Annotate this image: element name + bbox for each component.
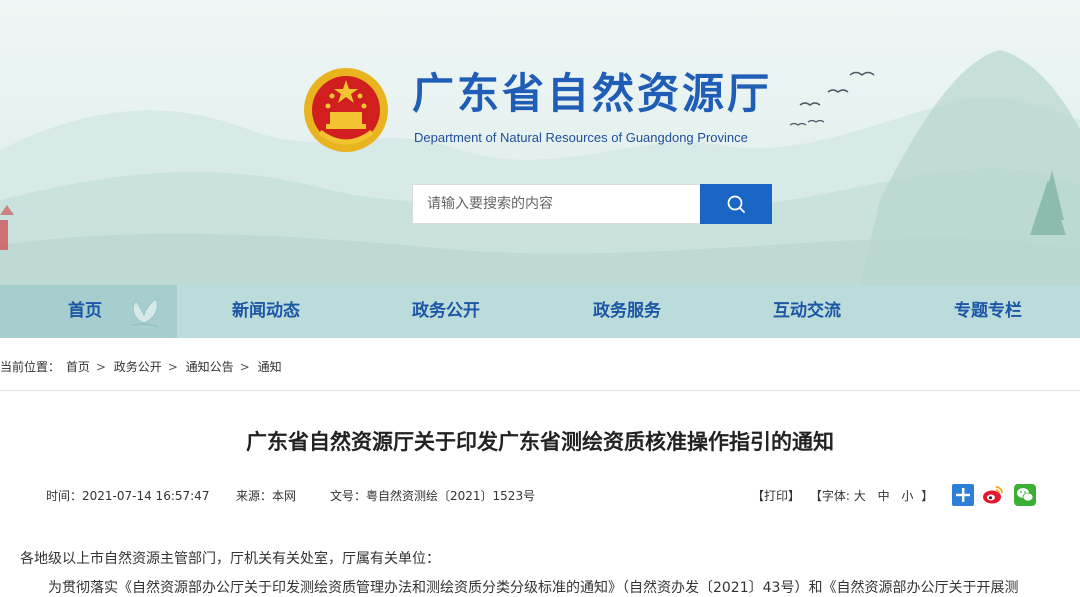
breadcrumb-separator: >	[95, 360, 106, 374]
weibo-icon[interactable]	[982, 484, 1004, 506]
breadcrumb-prefix: 当前位置：	[0, 360, 61, 374]
article-paragraph: 为贯彻落实《自然资源部办公厅关于印发测绘资质管理办法和测绘资质分类分级标准的通知…	[48, 580, 1019, 596]
breadcrumb-notices[interactable]: 通知	[258, 360, 282, 374]
font-size-close: 】	[921, 489, 934, 503]
article-salutation: 各地级以上市自然资源主管部门，厅机关有关处室，厅属有关单位：	[20, 551, 440, 567]
publish-time: 时间：2021-07-14 16:57:47	[46, 489, 210, 503]
national-emblem-icon	[304, 68, 388, 152]
font-large-button[interactable]: 大	[854, 489, 866, 503]
nav-item-government-services[interactable]: 政务服务	[561, 285, 693, 338]
share-plus-icon[interactable]	[952, 484, 974, 506]
font-medium-button[interactable]: 中	[878, 489, 890, 503]
search-button[interactable]	[700, 184, 772, 224]
breadcrumb-separator: >	[167, 360, 178, 374]
font-size-label: 【字体:	[809, 489, 850, 503]
document-number: 文号：粤自然资测绘〔2021〕1523号	[330, 489, 536, 503]
main-nav: 首页 新闻动态 政务公开 政务服务 互动交流 专题专栏	[0, 285, 1080, 338]
site-subtitle: Department of Natural Resources of Guang…	[414, 130, 748, 145]
breadcrumb-announcements[interactable]: 通知公告	[186, 360, 234, 374]
search-icon	[727, 195, 745, 213]
flower-icon	[131, 298, 159, 328]
site-title: 广东省自然资源厅	[412, 69, 773, 118]
nav-item-special-topics[interactable]: 专题专栏	[922, 285, 1054, 338]
print-button[interactable]: 【打印】	[752, 489, 800, 503]
nav-item-news[interactable]: 新闻动态	[200, 285, 332, 338]
header-banner: 广东省自然资源厅 Department of Natural Resources…	[0, 0, 1080, 285]
article-title: 广东省自然资源厅关于印发广东省测绘资质核准操作指引的通知	[246, 430, 834, 454]
article-source: 来源：本网	[236, 489, 297, 503]
nav-item-label: 首页	[68, 301, 102, 321]
search-input[interactable]	[412, 184, 700, 224]
nav-item-interaction[interactable]: 互动交流	[741, 285, 873, 338]
article-tools: 【打印】 【字体: 大 中 小 】	[752, 487, 933, 504]
nav-item-label: 互动交流	[773, 301, 841, 321]
nav-item-label: 政务公开	[412, 301, 480, 321]
breadcrumb-home[interactable]: 首页	[66, 360, 90, 374]
nav-item-label: 政务服务	[593, 301, 661, 321]
breadcrumb-government-affairs[interactable]: 政务公开	[114, 360, 162, 374]
breadcrumb-separator: >	[239, 360, 250, 374]
breadcrumb: 当前位置： 首页 > 政务公开 > 通知公告 > 通知	[0, 358, 284, 375]
nav-item-government-affairs[interactable]: 政务公开	[380, 285, 512, 338]
wechat-icon[interactable]	[1014, 484, 1036, 506]
nav-item-label: 新闻动态	[232, 301, 300, 321]
search-bar	[412, 184, 772, 224]
nav-item-label: 专题专栏	[954, 301, 1022, 321]
nav-item-home[interactable]: 首页	[0, 285, 177, 338]
font-small-button[interactable]: 小	[901, 489, 913, 503]
